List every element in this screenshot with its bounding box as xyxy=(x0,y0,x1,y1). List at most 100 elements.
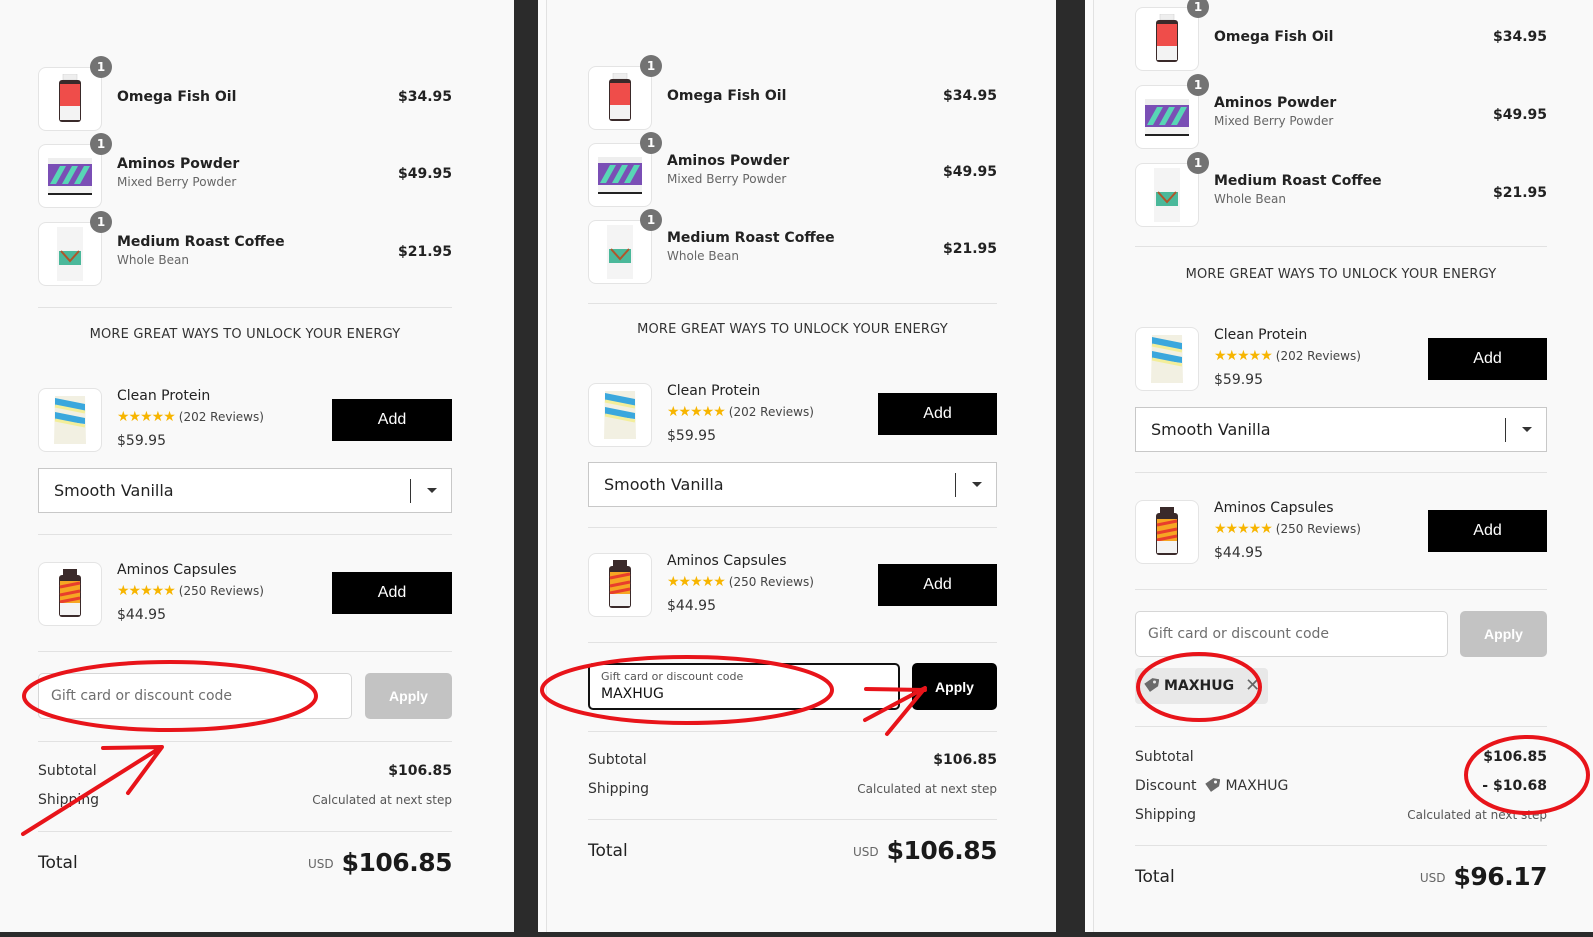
star-rating: ★★★★★ (202 Reviews) xyxy=(667,404,814,420)
divider xyxy=(1135,246,1547,247)
chevron-down-icon[interactable] xyxy=(427,488,437,493)
line-item-name: Medium Roast Coffee xyxy=(667,230,835,246)
add-aminos-capsules-button[interactable]: Add xyxy=(332,572,452,614)
product-thumbnail xyxy=(38,388,102,452)
orange-bottle-icon xyxy=(59,569,81,617)
upsell-price: $44.95 xyxy=(667,598,716,614)
line-item: 1 Medium Roast Coffee Whole Bean $21.95 xyxy=(1135,152,1547,227)
apply-button[interactable]: Apply xyxy=(1460,611,1547,657)
total-label: Total xyxy=(1135,867,1175,887)
line-item-price: $34.95 xyxy=(1492,29,1547,45)
discount-code-input[interactable]: Gift card or discount code xyxy=(38,673,352,719)
currency-code: USD xyxy=(1419,871,1446,885)
line-item-price: $49.95 xyxy=(942,164,997,180)
applied-discount-code: MAXHUG xyxy=(1164,678,1235,694)
line-item-variant: Whole Bean xyxy=(667,249,739,263)
flavor-select[interactable]: Smooth Vanilla xyxy=(38,468,452,513)
line-item-name: Omega Fish Oil xyxy=(117,89,237,105)
checkout-step-2-panel: 1 Omega Fish Oil $34.95 1 Aminos Powder … xyxy=(538,0,1056,932)
close-icon[interactable]: ✕ xyxy=(1245,677,1260,695)
review-count: (202 Reviews) xyxy=(1275,349,1361,363)
line-item-variant: Mixed Berry Powder xyxy=(117,175,237,189)
upsell-name: Clean Protein xyxy=(667,383,761,399)
select-separator xyxy=(410,479,411,503)
divider xyxy=(588,731,997,732)
upsell-price: $59.95 xyxy=(1214,372,1263,388)
white-coffee-bag-icon xyxy=(607,225,633,279)
stars-icon: ★★★★★ xyxy=(1214,521,1273,537)
quantity-badge: 1 xyxy=(90,211,112,233)
divider xyxy=(1135,726,1547,727)
discount-code-placeholder: Gift card or discount code xyxy=(51,688,233,704)
discount-code-input[interactable]: Gift card or discount code MAXHUG xyxy=(588,663,900,710)
product-thumbnail xyxy=(1135,500,1199,564)
purple-teal-tub-icon xyxy=(598,157,642,194)
upsell-price: $59.95 xyxy=(117,433,166,449)
line-item-price: $21.95 xyxy=(397,244,452,260)
flavor-select[interactable]: Smooth Vanilla xyxy=(588,462,997,507)
line-item-name: Aminos Powder xyxy=(667,153,790,169)
flavor-select-value: Smooth Vanilla xyxy=(604,475,724,494)
quantity-badge: 1 xyxy=(1187,152,1209,174)
chevron-down-icon[interactable] xyxy=(972,482,982,487)
divider xyxy=(588,819,997,820)
product-thumbnail xyxy=(38,67,102,131)
shipping-label: Shipping xyxy=(1135,807,1197,823)
review-count: (250 Reviews) xyxy=(1275,522,1361,536)
line-item-variant: Mixed Berry Powder xyxy=(1214,114,1334,128)
divider xyxy=(588,527,997,528)
star-rating: ★★★★★ (250 Reviews) xyxy=(667,574,814,590)
flavor-select[interactable]: Smooth Vanilla xyxy=(1135,407,1547,452)
discount-code-value: MAXHUG xyxy=(601,686,664,702)
blue-yellow-pouch-icon xyxy=(604,391,636,439)
quantity-badge: 1 xyxy=(1187,74,1209,96)
select-separator xyxy=(1505,418,1506,442)
total-label: Total xyxy=(588,841,628,861)
quantity-badge: 1 xyxy=(1187,0,1209,18)
upsell-name: Aminos Capsules xyxy=(1214,500,1334,516)
product-thumbnail xyxy=(588,143,652,207)
add-clean-protein-button[interactable]: Add xyxy=(332,399,452,441)
line-item: 1 Medium Roast Coffee Whole Bean $21.95 xyxy=(38,211,452,286)
discount-code-floating-label: Gift card or discount code xyxy=(601,670,744,683)
bottom-frame xyxy=(0,932,1593,937)
add-aminos-capsules-button[interactable]: Add xyxy=(878,564,997,606)
add-aminos-capsules-button[interactable]: Add xyxy=(1428,510,1547,552)
stars-icon: ★★★★★ xyxy=(1214,348,1273,364)
star-rating: ★★★★★ (202 Reviews) xyxy=(1214,348,1361,364)
apply-button[interactable]: Apply xyxy=(365,673,452,719)
subtotal-label: Subtotal xyxy=(588,752,647,768)
divider xyxy=(1135,845,1547,846)
line-item-name: Medium Roast Coffee xyxy=(117,234,285,250)
select-separator xyxy=(955,473,956,497)
star-rating: ★★★★★ (250 Reviews) xyxy=(117,583,264,599)
discount-code-input[interactable]: Gift card or discount code xyxy=(1135,611,1448,657)
shipping-value: Calculated at next step xyxy=(1407,808,1547,822)
upsell-name: Clean Protein xyxy=(1214,327,1308,343)
line-item-price: $49.95 xyxy=(1492,107,1547,123)
product-thumbnail xyxy=(588,383,652,447)
subtotal-value: $106.85 xyxy=(1483,749,1547,765)
total-amount: $96.17 xyxy=(1453,862,1548,891)
add-clean-protein-button[interactable]: Add xyxy=(1428,338,1547,380)
line-item-variant: Whole Bean xyxy=(1214,192,1286,206)
product-thumbnail xyxy=(1135,163,1199,227)
total-amount: $106.85 xyxy=(341,848,453,877)
apply-button[interactable]: Apply xyxy=(912,663,997,710)
divider xyxy=(38,307,452,308)
add-clean-protein-button[interactable]: Add xyxy=(878,393,997,435)
quantity-badge: 1 xyxy=(640,55,662,77)
stars-icon: ★★★★★ xyxy=(117,409,176,425)
upsell-name: Aminos Capsules xyxy=(117,562,237,578)
chevron-down-icon[interactable] xyxy=(1522,427,1532,432)
line-item-price: $21.95 xyxy=(942,241,997,257)
divider xyxy=(588,303,997,304)
line-item: 1 Aminos Powder Mixed Berry Powder $49.9… xyxy=(588,132,997,207)
upsell-heading: MORE GREAT WAYS TO UNLOCK YOUR ENERGY xyxy=(637,322,948,337)
stars-icon: ★★★★★ xyxy=(117,583,176,599)
product-thumbnail xyxy=(38,144,102,208)
checkout-step-3-panel: 1 Omega Fish Oil $34.95 1 Aminos Powder … xyxy=(1085,0,1593,932)
star-rating: ★★★★★ (202 Reviews) xyxy=(117,409,264,425)
red-bottle-icon xyxy=(609,73,631,121)
divider xyxy=(1135,472,1547,473)
